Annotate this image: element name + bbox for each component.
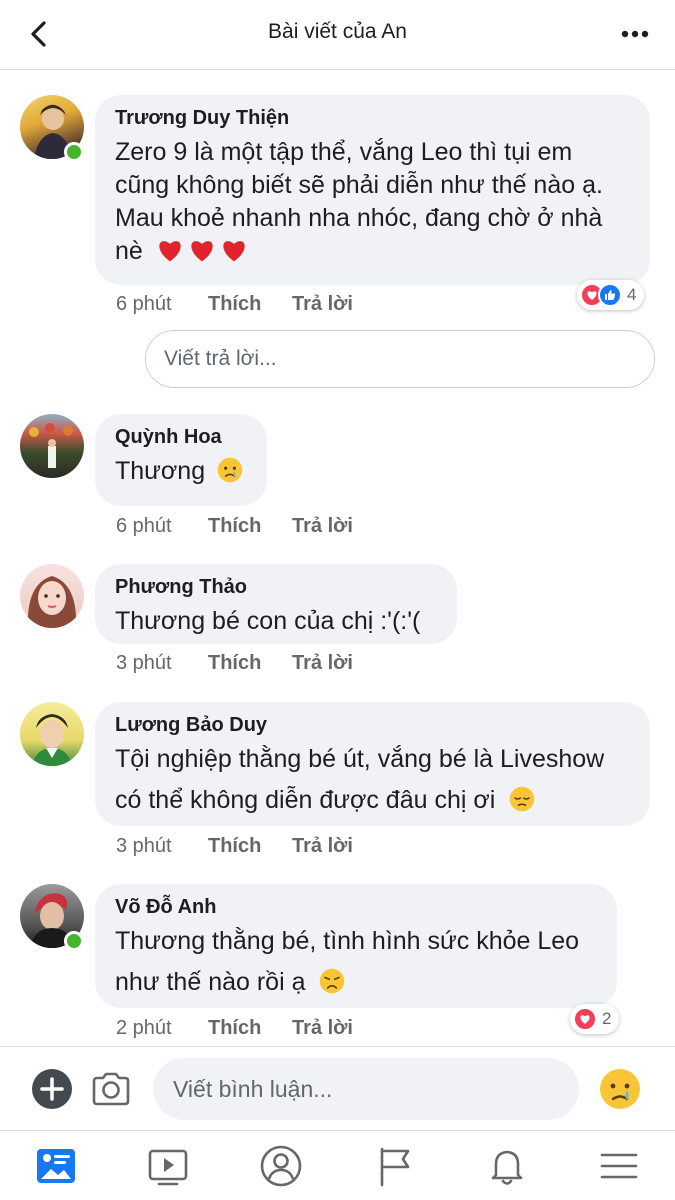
comment-time: 6 phút <box>116 515 172 537</box>
avatar[interactable] <box>20 702 84 766</box>
comment-bubble[interactable]: Võ Đỗ Anh Thương thằng bé, tình hình sức… <box>95 884 617 1008</box>
comment-time: 3 phút <box>116 835 172 857</box>
reply-button[interactable]: Trả lời <box>292 835 353 858</box>
comment-text: Thương bé con của chị :'(:'( <box>115 607 421 635</box>
comment-time: 6 phút <box>116 293 172 315</box>
red-heart-icon <box>159 241 181 262</box>
comment-bubble[interactable]: Quỳnh Hoa Thương <box>95 414 267 506</box>
comment-actions: 3 phút Thích Trả lời <box>116 652 353 675</box>
comment-bubble[interactable]: Phương Thảo Thương bé con của chị :'(:'( <box>95 564 457 644</box>
comment-actions: 6 phút Thích Trả lời <box>116 515 353 538</box>
commenter-name[interactable]: Quỳnh Hoa <box>115 426 247 449</box>
comment-bubble[interactable]: Lương Bảo Duy Tội nghiệp thằng bé út, vắ… <box>95 702 650 826</box>
reply-button[interactable]: Trả lời <box>292 293 353 316</box>
online-status-indicator <box>64 142 84 162</box>
reply-input-placeholder: Viết trả lời... <box>164 347 277 370</box>
like-button[interactable]: Thích <box>208 293 292 316</box>
bottom-tab-bar <box>0 1130 675 1200</box>
reaction-count: 2 <box>602 1009 612 1028</box>
comment-actions: 3 phút Thích Trả lời <box>116 835 353 858</box>
reaction-count: 4 <box>627 285 637 304</box>
notifications-bell-tab-icon[interactable] <box>484 1143 530 1189</box>
emoji-picker-icon[interactable] <box>598 1067 642 1111</box>
reply-button[interactable]: Trả lời <box>292 515 353 538</box>
more-options-icon[interactable] <box>617 16 653 52</box>
commenter-name[interactable]: Trương Duy Thiện <box>115 107 630 130</box>
reaction-summary[interactable]: 4 <box>577 280 645 310</box>
avatar[interactable] <box>20 564 84 628</box>
camera-icon[interactable] <box>90 1069 132 1109</box>
reply-button[interactable]: Trả lời <box>292 652 353 675</box>
love-reaction-icon <box>573 1007 597 1031</box>
comment-text: Thương thằng bé, tình hình sức khỏe Leo … <box>115 927 580 996</box>
comment-text: Thương <box>115 455 247 488</box>
disappointed-face-icon <box>320 968 345 994</box>
pensive-face-icon <box>510 786 535 812</box>
page-title: Bài viết của An <box>268 20 407 43</box>
reply-button[interactable]: Trả lời <box>292 1017 353 1040</box>
comment-actions: 6 phút Thích Trả lời <box>116 293 353 316</box>
comment-input-placeholder: Viết bình luận... <box>173 1075 333 1102</box>
reply-input[interactable]: Viết trả lời... <box>145 330 655 388</box>
watch-tab-icon[interactable] <box>145 1143 191 1189</box>
crying-face-icon <box>217 457 243 483</box>
comment-bubble[interactable]: Trương Duy Thiện Zero 9 là một tập thể, … <box>95 95 650 285</box>
comment-input[interactable]: Viết bình luận... <box>153 1058 579 1120</box>
comment-compose-bar: Viết bình luận... <box>0 1046 675 1130</box>
comment-actions: 2 phút Thích Trả lời <box>116 1017 353 1040</box>
news-feed-tab-icon[interactable] <box>33 1143 79 1189</box>
red-heart-icon <box>223 241 245 262</box>
menu-tab-icon[interactable] <box>596 1143 642 1189</box>
pages-flag-tab-icon[interactable] <box>372 1143 418 1189</box>
commenter-name[interactable]: Phương Thảo <box>115 576 437 599</box>
comment-time: 3 phút <box>116 652 172 674</box>
reaction-summary[interactable]: 2 <box>570 1004 620 1034</box>
plus-icon <box>40 1077 64 1101</box>
comment-time: 2 phút <box>116 1017 172 1039</box>
avatar[interactable] <box>20 414 84 478</box>
profile-tab-icon[interactable] <box>258 1143 304 1189</box>
commenter-name[interactable]: Võ Đỗ Anh <box>115 896 597 919</box>
online-status-indicator <box>64 931 84 951</box>
like-button[interactable]: Thích <box>208 652 292 675</box>
like-button[interactable]: Thích <box>208 1017 292 1040</box>
comment-text: Zero 9 là một tập thể, vắng Leo thì tụi … <box>115 138 603 265</box>
like-button[interactable]: Thích <box>208 515 292 538</box>
like-reaction-icon <box>598 283 622 307</box>
like-button[interactable]: Thích <box>208 835 292 858</box>
top-bar: Bài viết của An <box>0 0 675 70</box>
add-attachment-button[interactable] <box>32 1069 72 1109</box>
red-heart-icon <box>191 241 213 262</box>
comment-text: Tội nghiệp thằng bé út, vắng bé là Lives… <box>115 745 605 814</box>
commenter-name[interactable]: Lương Bảo Duy <box>115 714 630 737</box>
